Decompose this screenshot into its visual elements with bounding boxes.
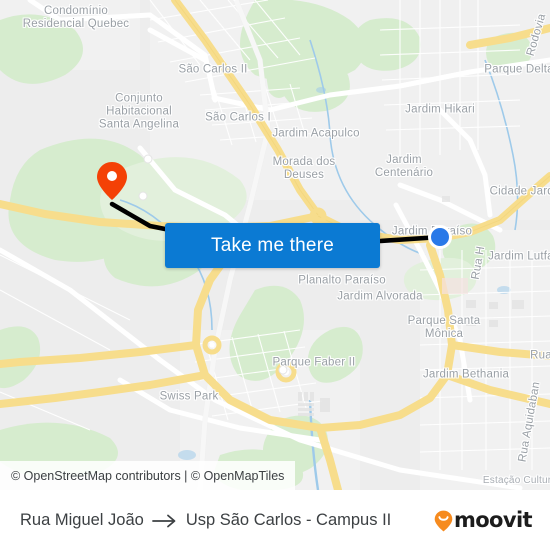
moovit-logo[interactable]: moovit (434, 508, 533, 532)
take-me-there-button[interactable]: Take me there (165, 223, 380, 268)
footer-bar: Rua Miguel João Usp São Carlos - Campus … (0, 490, 550, 550)
moovit-pin-smile-icon (434, 510, 453, 532)
route-origin-label: Rua Miguel João (20, 511, 144, 529)
map-canvas[interactable]: Condomínio Residencial Quebec São Carlos … (0, 0, 550, 490)
map-attribution: © OpenStreetMap contributors | © OpenMap… (0, 461, 296, 490)
moovit-map-page: Condomínio Residencial Quebec São Carlos … (0, 0, 550, 550)
route-destination-label: Usp São Carlos - Campus II (185, 511, 392, 529)
arrow-right-icon (151, 514, 178, 528)
attribution-text: © OpenStreetMap contributors | © OpenMap… (11, 468, 285, 483)
moovit-wordmark: moovit (453, 508, 533, 532)
destination-dot-icon (428, 225, 452, 249)
route-summary: Rua Miguel João Usp São Carlos - Campus … (20, 511, 391, 530)
